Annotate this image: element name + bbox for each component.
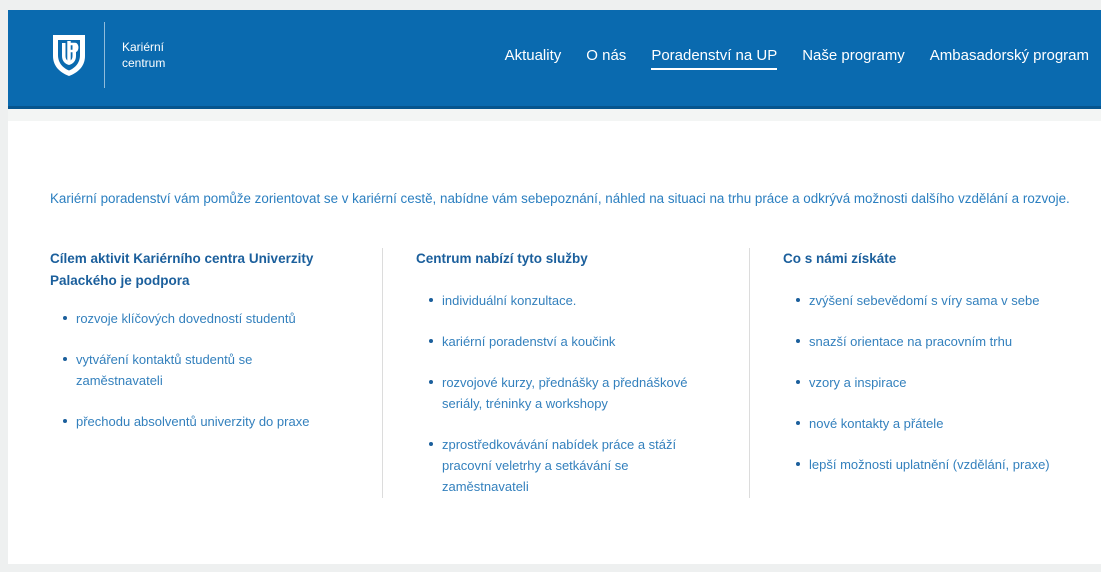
brand-name[interactable]: Kariérní centrum (122, 39, 165, 71)
list-item: rozvoje klíčových dovedností studentů (50, 308, 340, 329)
logo-divider (104, 22, 105, 88)
column-benefits: Co s námi získáte zvýšení sebevědomí s v… (783, 248, 1083, 498)
column-services: Centrum nabízí tyto služby individuální … (416, 248, 716, 498)
goals-list: rozvoje klíčových dovedností studentů vy… (50, 308, 340, 432)
main-nav: Aktuality O nás Poradenství na UP Naše p… (480, 46, 1089, 70)
services-list: individuální konzultace. kariérní porade… (416, 290, 716, 497)
column-title: Co s námi získáte (783, 251, 897, 266)
column-divider (382, 248, 383, 498)
nav-item-nase-programy[interactable]: Naše programy (802, 46, 905, 70)
list-item: zprostředkovávání nabídek práce a stáží … (416, 434, 716, 497)
list-item: přechodu absolventů univerzity do praxe (50, 411, 340, 432)
brand-line-2: centrum (122, 56, 166, 70)
header-shadow (8, 109, 1101, 121)
list-item: snazší orientace na pracovním trhu (783, 331, 1083, 352)
list-item: individuální konzultace. (416, 290, 716, 311)
intro-text: Kariérní poradenství vám pomůže zoriento… (50, 191, 1070, 206)
list-item: nové kontakty a přátele (783, 413, 1083, 434)
column-goals: Cílem aktivit Kariérního centra Univerzi… (50, 248, 340, 498)
column-divider (749, 248, 750, 498)
list-item: lepší možnosti uplatnění (vzdělání, prax… (783, 454, 1083, 475)
list-item: zvýšení sebevědomí s víry sama v sebe (783, 290, 1083, 311)
page-frame: Kariérní centrum Aktuality O nás Poraden… (8, 10, 1101, 564)
nav-item-poradenstvi[interactable]: Poradenství na UP (651, 46, 778, 70)
list-item: vzory a inspirace (783, 372, 1083, 393)
benefits-list: zvýšení sebevědomí s víry sama v sebe sn… (783, 290, 1083, 475)
column-title: Centrum nabízí tyto služby (416, 251, 588, 266)
list-item: kariérní poradenství a koučink (416, 331, 716, 352)
nav-item-aktuality[interactable]: Aktuality (505, 46, 562, 70)
list-item: rozvojové kurzy, přednášky a přednáškové… (416, 372, 716, 414)
site-header: Kariérní centrum Aktuality O nás Poraden… (8, 10, 1101, 109)
up-logo-icon[interactable] (50, 32, 88, 78)
brand-line-1: Kariérní (122, 40, 165, 54)
list-item: vytváření kontaktů studentů se zaměstnav… (50, 349, 340, 391)
nav-item-ambasadorsky-program[interactable]: Ambasadorský program (930, 46, 1089, 70)
nav-item-o-nas[interactable]: O nás (586, 46, 626, 70)
column-title: Cílem aktivit Kariérního centra Univerzi… (50, 251, 314, 288)
